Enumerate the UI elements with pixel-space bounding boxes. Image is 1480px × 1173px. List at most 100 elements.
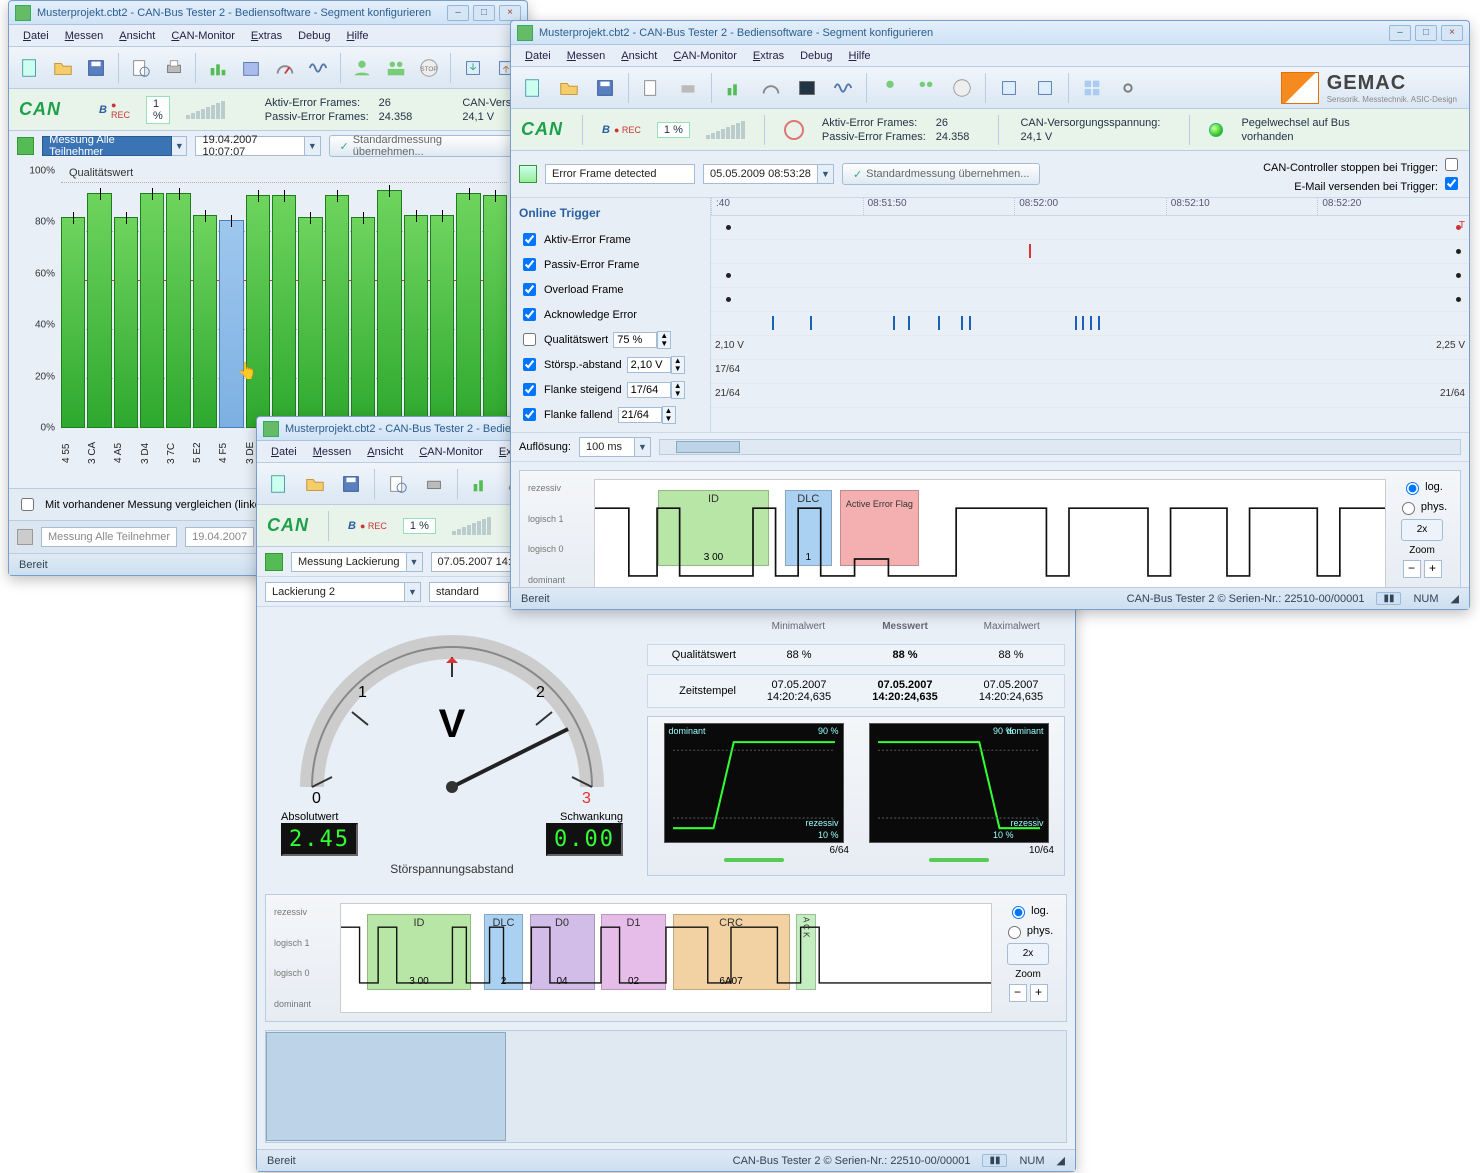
node-select[interactable]: Lackierung 2▼	[265, 582, 421, 602]
maximize-button[interactable]: □	[473, 5, 495, 21]
timestamp-select[interactable]: 19.04.2007 10:07:07▼	[195, 136, 320, 156]
tb-settings-icon[interactable]	[1112, 72, 1144, 104]
chart-bar[interactable]	[246, 195, 270, 428]
opt-ovl[interactable]: Overload Frame	[519, 280, 702, 299]
chart-bar[interactable]	[140, 193, 164, 428]
menu-messen[interactable]: Messen	[559, 48, 614, 64]
close-button[interactable]: ×	[1441, 25, 1463, 41]
chevron-down-icon[interactable]: ▼	[635, 437, 651, 457]
resize-grip-icon[interactable]: ◢	[1451, 592, 1459, 605]
standard-measurement-button[interactable]: ✓Standardmessung übernehmen...	[329, 135, 520, 157]
titlebar[interactable]: Musterprojekt.cbt2 - CAN-Bus Tester 2 - …	[511, 21, 1469, 45]
chart-bar[interactable]	[351, 217, 375, 428]
tb-user-icon[interactable]	[874, 72, 906, 104]
tb-stop-icon[interactable]: STOP	[414, 52, 443, 84]
quality-input[interactable]	[613, 332, 657, 348]
tb-user-icon[interactable]	[348, 52, 377, 84]
menu-datei[interactable]: Datei	[15, 28, 57, 44]
spinner-updown[interactable]: ▲▼	[671, 381, 685, 399]
bottom-measurement-select[interactable]: Messung Alle Teilnehmer	[41, 527, 177, 547]
menu-canmonitor[interactable]: CAN-Monitor	[163, 28, 243, 44]
tb-print-icon[interactable]	[418, 468, 450, 500]
chart-bar[interactable]	[114, 217, 138, 428]
standard-measurement-button[interactable]: ✓Standardmessung übernehmen...	[842, 163, 1041, 185]
tb-open-icon[interactable]	[48, 52, 77, 84]
zoom-out-button[interactable]: −	[1403, 560, 1421, 578]
tb-print-icon[interactable]	[159, 52, 188, 84]
tb-stop-icon[interactable]	[946, 72, 978, 104]
stop-trigger-checkbox[interactable]	[1445, 158, 1458, 171]
chart-bar[interactable]	[272, 195, 296, 428]
email-trigger-checkbox[interactable]	[1445, 177, 1458, 190]
tb-save-icon[interactable]	[335, 468, 367, 500]
tb-users-icon[interactable]	[910, 72, 942, 104]
chart-bar[interactable]	[219, 220, 243, 428]
chart-bar[interactable]	[166, 193, 190, 428]
menu-extras[interactable]: Extras	[243, 28, 290, 44]
menu-datei[interactable]: Datei	[517, 48, 559, 64]
opt-pef[interactable]: Passiv-Error Frame	[519, 255, 702, 274]
menu-ansicht[interactable]: Ansicht	[613, 48, 665, 64]
tb-preview-icon[interactable]	[636, 72, 668, 104]
tb-wave-icon[interactable]	[827, 72, 859, 104]
waveform-display[interactable]: ID3 00 DLC1 Active Error Flag	[594, 479, 1386, 587]
zoom-in-button[interactable]: +	[1030, 984, 1048, 1002]
tb-save-icon[interactable]	[589, 72, 621, 104]
menu-debug[interactable]: Debug	[290, 28, 338, 44]
menu-canmonitor[interactable]: CAN-Monitor	[411, 444, 491, 460]
tb-print-icon[interactable]	[672, 72, 704, 104]
menu-ansicht[interactable]: Ansicht	[111, 28, 163, 44]
chart-bar[interactable]	[456, 193, 480, 428]
opt-ack[interactable]: Acknowledge Error	[519, 305, 702, 324]
bottom-date-select[interactable]: 19.04.2007	[185, 527, 254, 547]
menu-canmonitor[interactable]: CAN-Monitor	[665, 48, 745, 64]
tb-new-icon[interactable]	[15, 52, 44, 84]
tb-gauge-icon[interactable]	[270, 52, 299, 84]
phys-radio[interactable]: phys.	[1397, 499, 1447, 515]
menu-messen[interactable]: Messen	[57, 28, 112, 44]
tb-grid-icon[interactable]	[1076, 72, 1108, 104]
rise-input[interactable]	[627, 382, 671, 398]
tb-new-icon[interactable]	[263, 468, 295, 500]
log-radio[interactable]: log.	[1401, 479, 1443, 495]
opt-quality[interactable]: Qualitätswert ▲▼	[519, 330, 702, 349]
waveform-display[interactable]: ID3 00 DLC2 D004 D102 CRC6A07 A C K	[340, 903, 992, 1013]
measurement-select[interactable]: Messung Lackierung▼	[291, 552, 423, 572]
menu-datei[interactable]: Datei	[263, 444, 305, 460]
menu-hilfe[interactable]: Hilfe	[339, 28, 377, 44]
minimize-button[interactable]: –	[1389, 25, 1411, 41]
tb-export-icon[interactable]	[993, 72, 1025, 104]
menu-ansicht[interactable]: Ansicht	[359, 444, 411, 460]
tb-chart1-icon[interactable]	[203, 52, 232, 84]
menu-messen[interactable]: Messen	[305, 444, 360, 460]
maximize-button[interactable]: □	[1415, 25, 1437, 41]
compare-checkbox[interactable]	[21, 498, 34, 511]
tb-scope-icon[interactable]	[791, 72, 823, 104]
chevron-down-icon[interactable]: ▼	[172, 136, 187, 156]
tb-wave-icon[interactable]	[303, 52, 332, 84]
phys-radio[interactable]: phys.	[1003, 923, 1053, 939]
chart-bar[interactable]	[298, 217, 322, 428]
titlebar[interactable]: Musterprojekt.cbt2 - CAN-Bus Tester 2 - …	[9, 1, 527, 25]
zoom-out-button[interactable]: −	[1009, 984, 1027, 1002]
chevron-down-icon[interactable]: ▼	[305, 136, 320, 156]
tb-chart2-icon[interactable]	[237, 52, 266, 84]
menu-hilfe[interactable]: Hilfe	[841, 48, 879, 64]
zoom-2x-button[interactable]: 2x	[1401, 519, 1443, 541]
opt-stoer[interactable]: Störsp.-abstand ▲▼	[519, 355, 702, 374]
tb-open-icon[interactable]	[553, 72, 585, 104]
tb-open-icon[interactable]	[299, 468, 331, 500]
chart-bar[interactable]	[325, 195, 349, 428]
chart-bar[interactable]	[404, 215, 428, 428]
opt-aef[interactable]: Aktiv-Error Frame	[519, 230, 702, 249]
opt-flanke-rise[interactable]: Flanke steigend ▲▼	[519, 380, 702, 399]
opt-flanke-fall[interactable]: Flanke fallend ▲▼	[519, 405, 702, 424]
minimize-button[interactable]: –	[447, 5, 469, 21]
tb-gauge-icon[interactable]	[755, 72, 787, 104]
stoer-input[interactable]	[627, 357, 671, 373]
fall-input[interactable]	[618, 407, 662, 423]
measurement-select[interactable]: Messung Alle Teilnehmer▼	[42, 136, 187, 156]
chevron-down-icon[interactable]: ▼	[407, 552, 423, 572]
tb-users-icon[interactable]	[381, 52, 410, 84]
chart-bar[interactable]	[87, 193, 111, 428]
